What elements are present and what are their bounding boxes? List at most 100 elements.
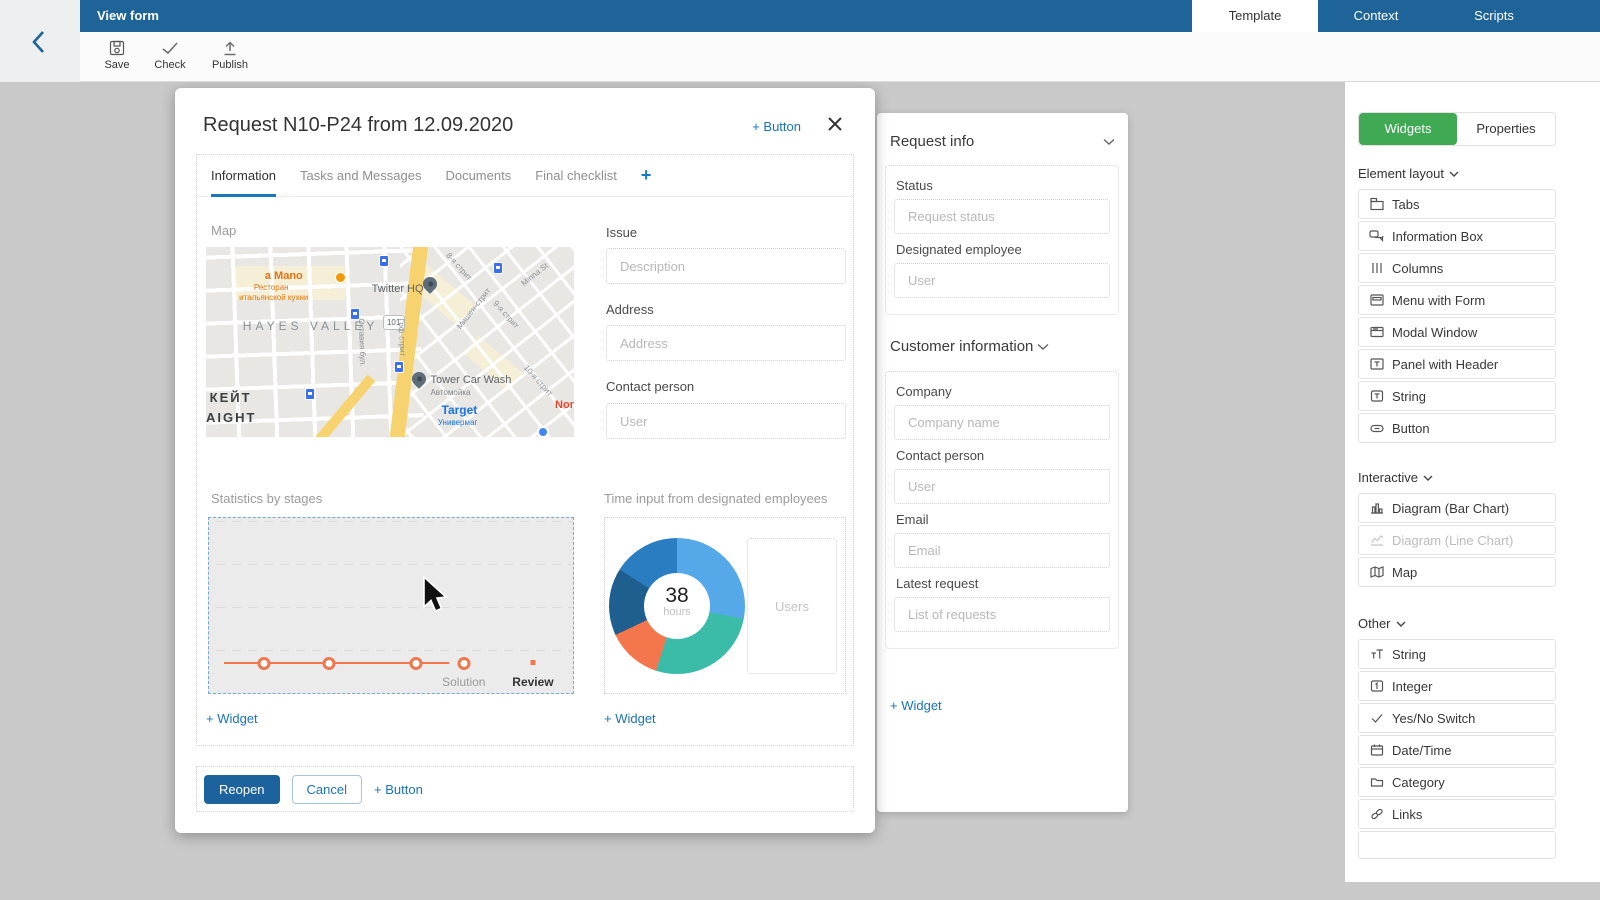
section-element-layout[interactable]: Element layout — [1358, 166, 1459, 181]
company-input[interactable]: Company name — [894, 405, 1110, 440]
tab-properties[interactable]: Properties — [1457, 113, 1555, 145]
tab-scripts[interactable]: Scripts — [1434, 0, 1554, 32]
form-modal: Request N10-P24 from 12.09.2020 + Button… — [175, 88, 875, 833]
widget-item-category[interactable]: Category — [1358, 767, 1556, 797]
bar-chart-icon — [1369, 501, 1384, 515]
other-title: Other — [1358, 616, 1391, 631]
map-street-grid-diagonal — [400, 247, 574, 437]
stage-point-dot — [530, 660, 535, 665]
issue-input[interactable]: Description — [606, 248, 846, 284]
contact-person2-input[interactable]: User — [894, 469, 1110, 504]
map-street-grid — [206, 247, 424, 437]
check-button[interactable]: Check — [142, 38, 198, 71]
panel-header-icon — [1369, 357, 1384, 371]
stage-point-marker — [457, 657, 470, 670]
info-box-icon — [1369, 229, 1384, 243]
designated-employee-field-label: Designated employee — [896, 242, 1110, 257]
widget-item-map[interactable]: Map — [1358, 557, 1556, 587]
folder-icon — [1369, 775, 1384, 789]
chevron-down-icon — [1449, 166, 1459, 181]
element-layout-title: Element layout — [1358, 166, 1444, 181]
stage-point-marker — [410, 657, 423, 670]
interactive-rows: Diagram (Bar Chart) Diagram (Line Chart)… — [1358, 493, 1556, 589]
tab-context[interactable]: Context — [1318, 0, 1434, 32]
widget-item-links[interactable]: Links — [1358, 799, 1556, 829]
map-carwash-label: Tower Car Wash — [430, 374, 511, 386]
top-bar: View form Template Context Scripts — [80, 0, 1600, 32]
stage-label: Solution — [442, 675, 485, 689]
widget-item-menu-with-form[interactable]: Menu with Form — [1358, 285, 1556, 315]
sidebar-tabs: Widgets Properties — [1358, 112, 1556, 146]
status-field-label: Status — [896, 178, 1110, 193]
address-input[interactable]: Address — [606, 325, 846, 361]
form-tab-documents[interactable]: Documents — [445, 155, 511, 197]
map-restaurant-label: a Mano — [265, 270, 303, 282]
stats-line-chart[interactable]: SolutionReview — [208, 517, 574, 694]
form-tab-information[interactable]: Information — [211, 155, 276, 197]
widget-item-panel-with-header[interactable]: Panel with Header — [1358, 349, 1556, 379]
widget-item-tabs[interactable]: Tabs — [1358, 189, 1556, 219]
transit-icon — [493, 262, 503, 274]
map-restaurant-sub1: Ресторан — [254, 283, 289, 292]
widget-item-modal-window[interactable]: Modal Window — [1358, 317, 1556, 347]
reopen-button[interactable]: Reopen — [204, 775, 280, 804]
widget-item-yes-no-switch[interactable]: Yes/No Switch — [1358, 703, 1556, 733]
widget-item-integer[interactable]: Integer — [1358, 671, 1556, 701]
widget-item-empty — [1358, 831, 1556, 859]
map-widget[interactable]: a Mano Ресторан итальянской кухни Twitte… — [206, 247, 574, 437]
tabs-widget: Information Tasks and Messages Documents… — [196, 154, 854, 746]
map-restaurant-sub2: итальянской кухни — [239, 293, 308, 302]
widget-item-string-layout[interactable]: String — [1358, 381, 1556, 411]
email-input[interactable]: Email — [894, 533, 1110, 568]
save-button[interactable]: Save — [89, 38, 145, 71]
calendar-icon — [1369, 743, 1384, 757]
map-haight-label2: AIGHT — [206, 410, 256, 425]
contact-person-input[interactable]: User — [606, 403, 846, 439]
latest-request-field-label: Latest request — [896, 576, 1110, 591]
add-widget-link-right[interactable]: + Widget — [604, 711, 656, 726]
interactive-title: Interactive — [1358, 470, 1418, 485]
publish-label: Publish — [202, 59, 258, 71]
widget-item-date-time[interactable]: Date/Time — [1358, 735, 1556, 765]
form-tab-final-checklist[interactable]: Final checklist — [535, 155, 617, 197]
stage-point-marker — [323, 657, 336, 670]
add-header-button-link[interactable]: + Button — [752, 119, 801, 134]
save-icon — [89, 38, 145, 58]
back-button[interactable] — [24, 26, 56, 58]
switch-check-icon — [1369, 711, 1384, 725]
designated-employee-input[interactable]: User — [894, 263, 1110, 298]
transit-icon — [305, 388, 315, 400]
widget-item-columns[interactable]: Columns — [1358, 253, 1556, 283]
button-icon — [1369, 421, 1384, 435]
add-tab-icon[interactable]: + — [641, 165, 652, 186]
add-widget-link-left[interactable]: + Widget — [206, 711, 258, 726]
widget-item-button[interactable]: Button — [1358, 413, 1556, 443]
info-panel-card: Request info Status Request status Desig… — [877, 113, 1128, 812]
form-tab-tasks-messages[interactable]: Tasks and Messages — [300, 155, 421, 197]
check-icon — [142, 38, 198, 58]
section-other[interactable]: Other — [1358, 616, 1406, 631]
widget-item-information-box[interactable]: Information Box — [1358, 221, 1556, 251]
transit-icon — [379, 255, 389, 267]
widget-item-diagram-bar-chart[interactable]: Diagram (Bar Chart) — [1358, 493, 1556, 523]
widget-item-string-other[interactable]: String — [1358, 639, 1556, 669]
close-icon[interactable] — [827, 116, 845, 134]
text-icon — [1369, 647, 1384, 661]
stage-point-marker — [257, 657, 270, 670]
mouse-cursor — [421, 576, 457, 621]
tab-template[interactable]: Template — [1192, 0, 1318, 32]
integer-icon — [1369, 679, 1384, 693]
add-widget-link-panel[interactable]: + Widget — [890, 698, 942, 713]
customer-information-header[interactable]: Customer information — [890, 338, 1049, 355]
section-interactive[interactable]: Interactive — [1358, 470, 1433, 485]
contact-person2-field-label: Contact person — [896, 448, 1110, 463]
chevron-down-icon — [1037, 338, 1049, 355]
latest-request-input[interactable]: List of requests — [894, 597, 1110, 632]
time-donut-widget[interactable]: 38 hours Users — [604, 517, 846, 694]
tab-widgets[interactable]: Widgets — [1359, 113, 1457, 145]
add-footer-button-link[interactable]: + Button — [374, 782, 423, 797]
request-info-header[interactable]: Request info — [890, 133, 1115, 150]
status-input[interactable]: Request status — [894, 199, 1110, 234]
publish-button[interactable]: Publish — [202, 38, 258, 71]
cancel-button[interactable]: Cancel — [292, 775, 362, 804]
